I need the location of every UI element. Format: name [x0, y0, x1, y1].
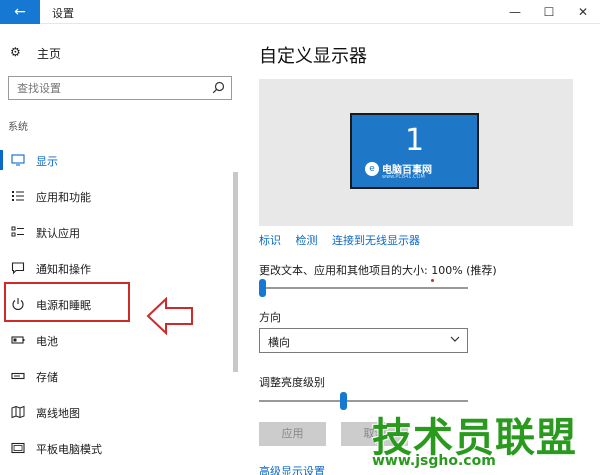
brightness-label: 调整亮度级别	[259, 376, 325, 389]
group-label-system: 系统	[8, 122, 28, 133]
sidebar-item-offline-maps[interactable]: 离线地图	[0, 400, 235, 424]
sidebar: ⚙ 主页 系统 显示 应用和功能 默认应用	[0, 24, 245, 475]
brightness-slider-thumb[interactable]	[339, 392, 347, 410]
page-title: 自定义显示器	[259, 46, 367, 67]
sidebar-item-notifications[interactable]: 通知和操作	[0, 256, 235, 280]
tablet-icon	[11, 442, 25, 454]
list-icon	[12, 191, 24, 201]
display-links: 标识 检测 连接到无线显示器	[259, 232, 431, 248]
sidebar-item-label: 主页	[37, 47, 62, 61]
sidebar-item-label: 电池	[36, 335, 58, 348]
left-arrow-icon	[146, 296, 193, 336]
storage-icon	[11, 372, 25, 380]
sidebar-item-label: 应用和功能	[36, 191, 91, 204]
title-bar: ← 设置 — ☐ ✕	[0, 0, 600, 24]
monitor-number: 1	[404, 123, 425, 158]
sidebar-item-tablet-mode[interactable]: 平板电脑模式	[0, 436, 235, 460]
orientation-dropdown[interactable]: 横向	[259, 328, 468, 353]
monitor-icon	[11, 154, 25, 166]
sidebar-scrollbar[interactable]	[233, 172, 238, 372]
scale-label: 更改文本、应用和其他项目的大小: 100% (推荐)	[259, 264, 497, 277]
watermark-logo-icon: e	[365, 162, 379, 176]
sidebar-item-default-apps[interactable]: 默认应用	[0, 220, 235, 244]
sidebar-item-label: 通知和操作	[36, 263, 91, 276]
notification-icon	[11, 262, 25, 275]
monitor-tile[interactable]: 1 e 电脑百事网 www.PC841.COM	[350, 113, 479, 189]
gear-icon: ⚙	[10, 45, 21, 59]
annotation-dot	[431, 279, 434, 282]
map-icon	[11, 405, 25, 419]
orientation-value: 横向	[268, 336, 290, 349]
orientation-label: 方向	[259, 311, 281, 324]
sidebar-item-apps-features[interactable]: 应用和功能	[0, 184, 235, 208]
chevron-down-icon	[450, 336, 460, 342]
watermark-url: www.PC841.COM	[382, 174, 425, 180]
sidebar-item-storage[interactable]: 存储	[0, 364, 235, 388]
sidebar-item-label: 离线地图	[36, 407, 80, 420]
minimize-button[interactable]: —	[498, 0, 532, 24]
close-button[interactable]: ✕	[566, 0, 600, 24]
sidebar-item-battery[interactable]: 电池	[0, 328, 235, 352]
maximize-button[interactable]: ☐	[532, 0, 566, 24]
highlight-box	[4, 282, 130, 322]
advanced-display-link[interactable]: 高级显示设置	[259, 463, 325, 475]
brand-watermark-url: www.jsgho.com	[372, 453, 496, 469]
identify-link[interactable]: 标识	[259, 234, 281, 247]
sidebar-item-display[interactable]: 显示	[0, 148, 235, 172]
connect-wireless-link[interactable]: 连接到无线显示器	[332, 234, 420, 247]
window-title: 设置	[52, 7, 74, 20]
search-box[interactable]	[8, 76, 232, 100]
sidebar-item-label: 存储	[36, 371, 58, 384]
scale-slider-thumb[interactable]	[259, 279, 266, 297]
default-apps-icon	[11, 226, 24, 237]
scale-slider-track[interactable]	[259, 287, 468, 289]
search-input[interactable]	[17, 80, 202, 96]
apply-button[interactable]: 应用	[259, 422, 326, 446]
back-button[interactable]: ←	[0, 0, 40, 24]
display-preview: 1 e 电脑百事网 www.PC841.COM	[259, 79, 573, 226]
selection-indicator	[0, 150, 3, 170]
battery-icon	[11, 336, 25, 344]
search-icon[interactable]	[212, 81, 225, 94]
sidebar-item-label: 显示	[36, 155, 58, 168]
sidebar-item-label: 平板电脑模式	[36, 443, 102, 456]
detect-link[interactable]: 检测	[296, 234, 318, 247]
sidebar-item-label: 默认应用	[36, 227, 80, 240]
brightness-slider-track[interactable]	[259, 400, 468, 402]
